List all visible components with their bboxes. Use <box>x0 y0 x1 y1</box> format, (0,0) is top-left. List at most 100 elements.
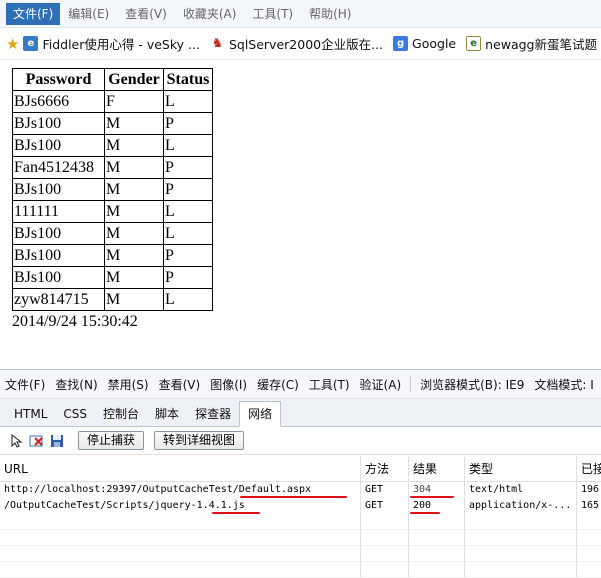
browser-menu-bar: 文件(F) 编辑(E) 查看(V) 收藏夹(A) 工具(T) 帮助(H) <box>0 0 601 28</box>
menu-view[interactable]: 查看(V) <box>117 3 175 25</box>
cell-status: P <box>163 244 213 267</box>
annotation-underline-200 <box>410 512 440 514</box>
table-row: BJs6666 F L <box>12 90 213 113</box>
dt-menu-tools[interactable]: 工具(T) <box>304 376 355 393</box>
cell-status: L <box>163 222 213 245</box>
empty-cell <box>361 546 409 562</box>
request-result: 304 <box>413 484 432 495</box>
dt-menu-disable[interactable]: 禁用(S) <box>103 376 154 393</box>
cell-status: P <box>163 156 213 179</box>
stop-capture-button[interactable]: 停止捕获 <box>78 431 145 450</box>
cell-password: Fan4512438 <box>12 156 105 179</box>
dt-menu-find[interactable]: 查找(N) <box>50 376 102 393</box>
table-row: 111111 M L <box>12 200 213 223</box>
dt-menu-validate[interactable]: 验证(A) <box>355 376 407 393</box>
browser-mode-menu[interactable]: 浏览器模式(B): IE9 <box>415 376 529 393</box>
developer-tools-panel: 文件(F) 查找(N) 禁用(S) 查看(V) 图像(I) 缓存(C) 工具(T… <box>0 369 601 578</box>
request-received: 196 <box>581 484 600 495</box>
network-empty-row <box>0 546 601 562</box>
empty-cell <box>409 562 465 578</box>
header-password: Password <box>12 68 105 91</box>
cell-password: zyw814715 <box>12 288 105 311</box>
cell-gender: M <box>104 134 164 157</box>
empty-cell <box>0 530 361 546</box>
network-header-row: URL 方法 结果 类型 已接 <box>0 456 601 482</box>
empty-cell <box>0 546 361 562</box>
cell-gender: M <box>104 266 164 289</box>
cell-password: BJs100 <box>12 266 105 289</box>
menu-file[interactable]: 文件(F) <box>6 2 61 25</box>
cell-password: BJs100 <box>12 112 105 135</box>
table-row: BJs100 M P <box>12 266 213 289</box>
table-row: Fan4512438 M P <box>12 156 213 179</box>
network-empty-row <box>0 562 601 578</box>
cell-status: P <box>163 178 213 201</box>
tab-network[interactable]: 网络 <box>239 401 282 427</box>
network-empty-row <box>0 530 601 546</box>
network-toolbar: 停止捕获 转到详细视图 <box>0 427 601 455</box>
tab-html[interactable]: HTML <box>6 402 55 426</box>
cell-password: BJs100 <box>12 244 105 267</box>
table-header-row: Password Gender Status <box>12 68 213 91</box>
cell-password: BJs100 <box>12 134 105 157</box>
favorite-label: Fiddler使用心得 - veSky ... <box>42 37 200 52</box>
col-method[interactable]: 方法 <box>361 456 409 481</box>
tab-css[interactable]: CSS <box>55 402 95 426</box>
dt-menu-file[interactable]: 文件(F) <box>0 376 50 393</box>
empty-cell <box>577 530 601 546</box>
favorite-link-sqlserver[interactable]: ♞ SqlServer2000企业版在... <box>209 34 383 53</box>
network-grid: URL 方法 结果 类型 已接 http://localhost:29397/O… <box>0 456 601 578</box>
col-result[interactable]: 结果 <box>409 456 465 481</box>
cell-gender: M <box>104 244 164 267</box>
cell-gender: M <box>104 112 164 135</box>
dt-menu-images[interactable]: 图像(I) <box>205 376 252 393</box>
empty-cell <box>577 514 601 530</box>
devtools-tabs: HTML CSS 控制台 脚本 探查器 网络 <box>0 399 601 427</box>
network-row[interactable]: /OutputCacheTest/Scripts/jquery-1.4.1.js… <box>0 498 601 514</box>
empty-cell <box>0 514 361 530</box>
tab-console[interactable]: 控制台 <box>95 402 147 426</box>
favorites-bar: ★ e Fiddler使用心得 - veSky ... ♞ SqlServer2… <box>0 28 601 60</box>
cell-gender: M <box>104 222 164 245</box>
favorite-label: newagg新蛋笔试题（多 <box>485 37 601 52</box>
annotation-underline-default-aspx <box>240 496 347 498</box>
annotation-underline-jquery-version <box>212 512 260 514</box>
save-icon[interactable] <box>48 432 66 450</box>
favorite-label: Google <box>412 36 457 51</box>
cell-password: 111111 <box>12 200 105 223</box>
request-method: GET <box>361 498 409 514</box>
table-row: BJs100 M P <box>12 112 213 135</box>
network-empty-row <box>0 514 601 530</box>
favorites-star-icon[interactable]: ★ <box>6 35 19 53</box>
header-gender: Gender <box>104 68 164 91</box>
favorite-link-fiddler[interactable]: e Fiddler使用心得 - veSky ... <box>23 34 200 53</box>
menu-help[interactable]: 帮助(H) <box>301 3 359 25</box>
clear-icon[interactable] <box>28 432 46 450</box>
dt-menu-cache[interactable]: 缓存(C) <box>252 376 304 393</box>
menu-favorites[interactable]: 收藏夹(A) <box>175 3 245 25</box>
page-content: Password Gender Status BJs6666 F L BJs100 M P… <box>12 68 213 331</box>
empty-cell <box>409 530 465 546</box>
cell-status: L <box>163 134 213 157</box>
cell-status: L <box>163 288 213 311</box>
menu-tools[interactable]: 工具(T) <box>244 3 301 25</box>
col-type[interactable]: 类型 <box>465 456 577 481</box>
cell-gender: M <box>104 178 164 201</box>
annotation-underline-304 <box>410 496 454 498</box>
tab-profiler[interactable]: 探查器 <box>187 402 239 426</box>
table-row: zyw814715 M L <box>12 288 213 311</box>
favorite-link-google[interactable]: g Google <box>393 36 456 51</box>
table-row: BJs100 M P <box>12 178 213 201</box>
col-url[interactable]: URL <box>0 456 361 481</box>
favorite-link-newagg[interactable]: e newagg新蛋笔试题（多 <box>466 34 601 53</box>
col-received[interactable]: 已接 <box>577 456 601 481</box>
empty-cell <box>465 546 577 562</box>
menu-edit[interactable]: 编辑(E) <box>60 3 117 25</box>
detail-view-button[interactable]: 转到详细视图 <box>154 431 245 450</box>
select-element-icon[interactable] <box>8 432 26 450</box>
document-mode-menu[interactable]: 文档模式: I <box>529 376 598 393</box>
request-url: /OutputCacheTest/Scripts/jquery-1.4.1.js <box>4 500 245 511</box>
cell-gender: M <box>104 288 164 311</box>
dt-menu-view[interactable]: 查看(V) <box>154 376 206 393</box>
tab-script[interactable]: 脚本 <box>147 402 187 426</box>
